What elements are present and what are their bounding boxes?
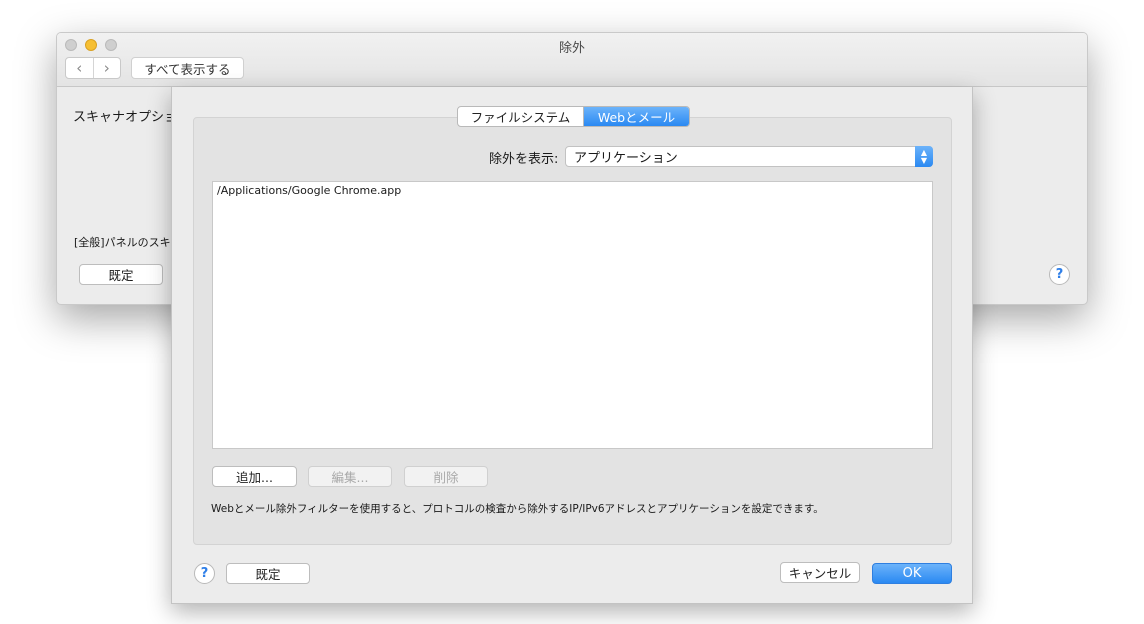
exclusion-list[interactable]: /Applications/Google Chrome.app [212, 181, 933, 449]
exclusion-type-select[interactable]: アプリケーション ▲ ▼ [565, 146, 933, 167]
ok-button[interactable]: OK [872, 563, 952, 584]
title-bar: 除外 ‹ › すべて表示する [57, 33, 1087, 87]
help-button[interactable]: ? [194, 563, 215, 584]
question-mark-icon: ? [1055, 267, 1064, 282]
default-button[interactable]: 既定 [226, 563, 310, 584]
selected-value: アプリケーション [574, 151, 678, 166]
navigation-buttons: ‹ › [65, 57, 121, 79]
list-item[interactable]: /Applications/Google Chrome.app [213, 182, 932, 199]
show-all-button[interactable]: すべて表示する [131, 57, 244, 79]
up-down-chevron-icon: ▲ ▼ [915, 146, 933, 167]
back-button[interactable]: ‹ [66, 58, 93, 78]
tab-bar: ファイルシステム Webとメール [457, 106, 690, 127]
cancel-button[interactable]: キャンセル [780, 562, 860, 583]
edit-button[interactable]: 編集... [308, 466, 392, 487]
tab-web-and-mail[interactable]: Webとメール [584, 107, 689, 126]
chevron-left-icon: ‹ [76, 59, 83, 77]
delete-button[interactable]: 削除 [404, 466, 488, 487]
window-title: 除外 [558, 41, 585, 56]
background-default-button[interactable]: 既定 [79, 264, 163, 285]
scanner-options-label: スキャナオプショ [73, 110, 178, 125]
tab-file-system[interactable]: ファイルシステム [458, 107, 584, 126]
description-text: Webとメール除外フィルターを使用すると、プロトコルの検査から除外するIP/IP… [211, 503, 824, 515]
chevron-right-icon: › [103, 59, 110, 77]
background-help-button[interactable]: ? [1049, 264, 1070, 285]
exclusions-sheet: ファイルシステム Webとメール 除外を表示: アプリケーション ▲ ▼ /App… [171, 87, 973, 604]
show-exclusions-label: 除外を表示: [489, 152, 559, 167]
forward-button[interactable]: › [92, 58, 121, 78]
question-mark-icon: ? [200, 566, 209, 581]
add-button[interactable]: 追加... [212, 466, 297, 487]
general-panel-note: [全般]パネルのスキャ [74, 236, 182, 249]
